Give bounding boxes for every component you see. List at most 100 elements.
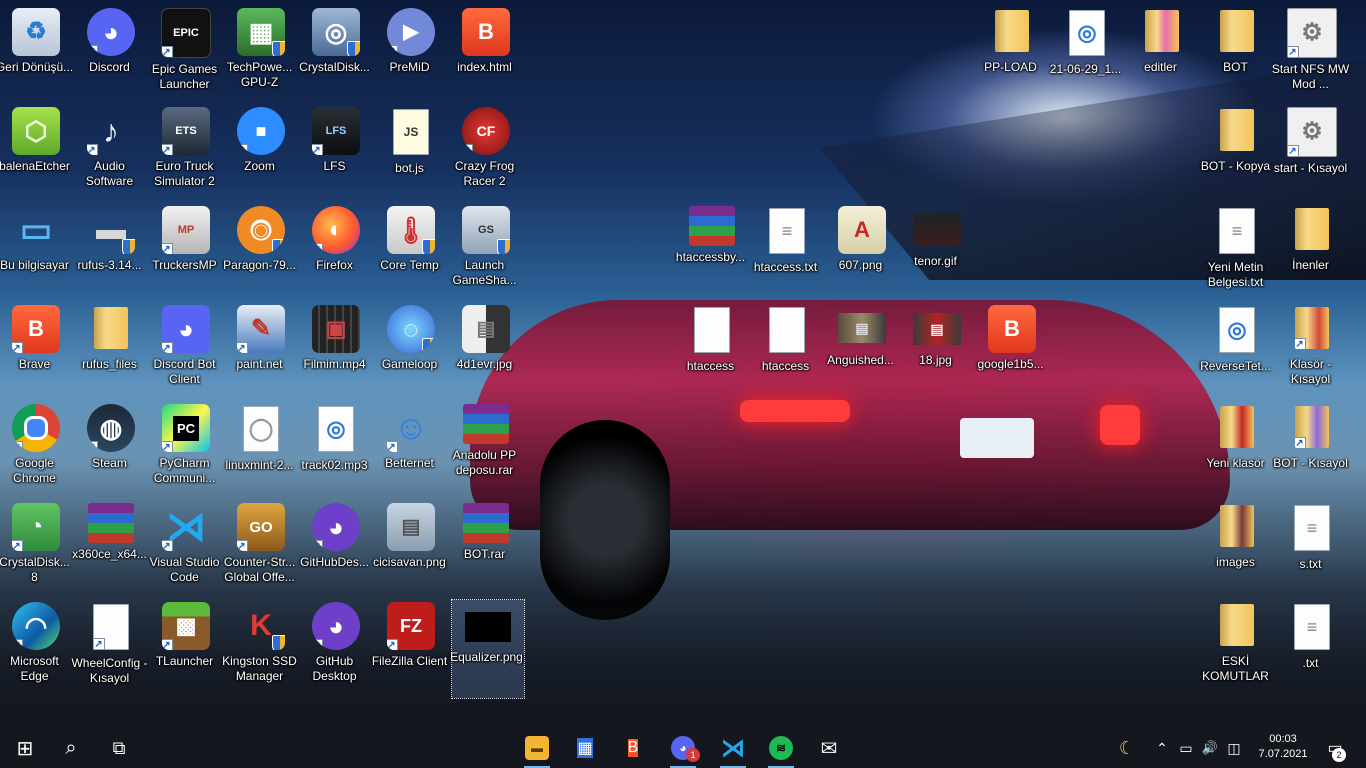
github-icon: ◕ ↗ [312, 503, 360, 551]
desktop-icon-editler[interactable]: editler [1126, 4, 1198, 102]
desktop-icon-firefox[interactable]: ◐ ↗ Firefox [300, 202, 372, 300]
desktop-icon-brave[interactable]: B ↗ Brave [0, 301, 72, 399]
desktop-icon-truckersmp[interactable]: MP ↗ TruckersMP [150, 202, 222, 300]
desktop-icon-htaccess-txt[interactable]: ≡ htaccess.txt [751, 202, 823, 300]
desktop-icon-audio-software[interactable]: ♪ ↗ Audio Software [75, 103, 147, 201]
desktop-icon-607-png[interactable]: A 607.png [826, 202, 898, 300]
desktop-icon-epic-games[interactable]: EPIC ↗ Epic Games Launcher [150, 4, 222, 102]
paragon-glyph: ◉ [252, 219, 270, 241]
show-hidden-icons-chevron-icon[interactable]: ⌃ [1150, 728, 1174, 768]
desktop-icon-crazy-frog[interactable]: CF ↗ Crazy Frog Racer 2 [450, 103, 522, 201]
desktop-icon-eski-komutlar[interactable]: ESKİ KOMUTLAR [1201, 598, 1273, 696]
text-file-icon: ≡ [1294, 604, 1330, 650]
taskbar-app-spotify[interactable]: ≋ [758, 728, 804, 768]
desktop-icon-bot-folder[interactable]: BOT [1201, 4, 1273, 102]
night-light-icon[interactable]: ☾ [1114, 728, 1140, 768]
desktop-icon-rufus[interactable]: ▬ rufus-3.14... [75, 202, 147, 300]
desktop-icon-steam[interactable]: ◍ ↗ Steam [75, 400, 147, 498]
desktop-icon-bot-kisayol[interactable]: ↗ BOT - Kısayol [1273, 400, 1348, 498]
desktop-icon-anguished[interactable]: ▤ Anguished... [826, 301, 898, 399]
desktop-icon-rufus-files[interactable]: rufus_files [75, 301, 147, 399]
desktop-icon-paint-net[interactable]: ✎ ↗ paint.net [225, 301, 297, 399]
desktop-icon-start-nfs[interactable]: ⚙ ↗ Start NFS MW Mod ... [1272, 4, 1349, 102]
desktop-icon-track02-mp3[interactable]: ◎ track02.mp3 [300, 400, 372, 498]
desktop-icon-equalizer-png[interactable]: Equalizer.png [450, 599, 525, 699]
desktop-icon-launch-gameshark[interactable]: GS Launch GameSha... [450, 202, 522, 300]
desktop-icon-balenaetcher[interactable]: ⬡ balenaEtcher [0, 103, 72, 201]
desktop-icon-gpu-z[interactable]: ▦ TechPowe... GPU-Z [225, 4, 297, 102]
desktop-icon-discord[interactable]: ◕ ↗ Discord [75, 4, 147, 102]
desktop-icon-csgo[interactable]: GO ↗ Counter-Str... Global Offe... [224, 499, 297, 597]
desktop-icon-this-pc[interactable]: ▭ Bu bilgisayar [0, 202, 72, 300]
desktop-icon-dot-txt[interactable]: ≡ .txt [1276, 598, 1348, 696]
desktop-icon-zoom[interactable]: ■ ↗ Zoom [225, 103, 297, 201]
taskbar-app-mail[interactable]: ✉ [806, 728, 852, 768]
desktop-icon-s-txt[interactable]: ≡ s.txt [1276, 499, 1348, 597]
desktop-icon-yeni-metin[interactable]: ≡ Yeni Metin Belgesi.txt [1201, 202, 1273, 300]
desktop-icon-cicisavan-png[interactable]: ▤ cicisavan.png [373, 499, 447, 597]
desktop-icon-google1b5[interactable]: B google1b5... [976, 301, 1048, 399]
network-icon[interactable]: ▭ [1174, 728, 1198, 768]
desktop-icon-githubdesktop-short[interactable]: ◕ ↗ GitHubDes... [300, 499, 372, 597]
taskbar-app-vscode[interactable]: ⋊ [710, 728, 756, 768]
desktop-icon-4d1evr-jpg[interactable]: ▤ 4d1evr.jpg [450, 301, 522, 399]
desktop-icon-filmim-mp4[interactable]: ▣ Filmim.mp4 [300, 301, 372, 399]
desktop-icon-label: Betternet [385, 456, 434, 470]
desktop-icon-label: Equalizer.png [450, 650, 523, 664]
desktop-icon-microsoft-edge[interactable]: ◠ ↗ Microsoft Edge [0, 598, 72, 696]
desktop-icon-crystaldiskinfo[interactable]: ◎ CrystalDisk... [299, 4, 372, 102]
desktop-icon-pp-load[interactable]: PP-LOAD [976, 4, 1048, 102]
desktop-icon-github-desktop[interactable]: ◕ ↗ GitHub Desktop [300, 598, 372, 696]
desktop-icon-anadolu-rar[interactable]: Anadolu PP deposu.rar [450, 400, 522, 498]
desktop-icon-bot-rar[interactable]: BOT.rar [450, 499, 522, 597]
desktop-icon-label: BOT [1223, 60, 1248, 74]
desktop-icon-wheelconfig[interactable]: ↗ WheelConfig - Kısayol [71, 598, 148, 696]
desktop-icon-reversetet[interactable]: ◎ ReverseTet... [1200, 301, 1273, 399]
desktop-icon-label: htaccessby... [675, 250, 746, 264]
desktop-icon-crystaldiskmark[interactable]: ◔ ↗ CrystalDisk... 8 [0, 499, 72, 597]
desktop-icon-bot-js[interactable]: JS bot.js [375, 103, 447, 201]
desktop-icon-x360ce[interactable]: x360ce_x64... [72, 499, 147, 597]
desktop-icon-filezilla[interactable]: FZ ↗ FileZilla Client [372, 598, 447, 696]
camera-icon[interactable]: ◫ [1222, 728, 1246, 768]
desktop-icon-klasor-kisayol[interactable]: ↗ Klasör - Kısayol [1276, 301, 1348, 399]
discord-icon: ◕ ↗ [162, 305, 210, 353]
volume-icon[interactable]: 🔊 [1198, 728, 1222, 768]
desktop-icon-yeni-klasor[interactable]: Yeni klasör [1201, 400, 1273, 498]
desktop-icon-htaccess-a[interactable]: htaccess [676, 301, 748, 399]
desktop-icon-vscode[interactable]: ⋊ ↗ Visual Studio Code [150, 499, 222, 597]
start-button[interactable]: ⊞ [2, 728, 48, 768]
desktop-icon-tlauncher[interactable]: ▩ ↗ TLauncher [150, 598, 222, 696]
taskbar-clock[interactable]: 00:03 7.07.2021 [1248, 732, 1318, 762]
desktop-icon-index-html[interactable]: B index.html [450, 4, 522, 102]
taskbar-app-store[interactable]: ▦ [562, 728, 608, 768]
search-button[interactable]: ⌕ [48, 728, 94, 768]
desktop-icon-bot-kopya[interactable]: BOT - Kopya [1201, 103, 1273, 201]
desktop-icon-label: 4d1evr.jpg [456, 357, 513, 371]
desktop-icon-tenor-gif[interactable]: tenor.gif [901, 202, 973, 300]
desktop-icon-lfs[interactable]: LFS ↗ LFS [300, 103, 372, 201]
desktop-icon-core-temp[interactable]: 🌡 Core Temp [375, 202, 447, 300]
desktop-icon-inenler[interactable]: İnenler [1276, 202, 1348, 300]
taskbar-app-file-explorer[interactable]: ▬ [514, 728, 560, 768]
desktop-icon-premid[interactable]: ▶ ↗ PreMiD [375, 4, 447, 102]
desktop-icon-pycharm[interactable]: PC ↗ PyCharm Communi... [150, 400, 222, 498]
desktop-icon-18-jpg[interactable]: ▤ 18.jpg [901, 301, 973, 399]
desktop-icon-htaccess-b[interactable]: htaccess [751, 301, 823, 399]
desktop-icon-date-file[interactable]: ◎ 21-06-29_1... [1050, 4, 1123, 102]
desktop-icon-htaccessby[interactable]: htaccessby... [676, 202, 748, 300]
taskbar-app-discord[interactable]: ◕ 1 [660, 728, 706, 768]
desktop-icon-discord-bot-client[interactable]: ◕ ↗ Discord Bot Client [150, 301, 222, 399]
desktop-icon-kingston[interactable]: K Kingston SSD Manager [222, 598, 297, 696]
desktop-icon-euro-truck[interactable]: ETS ↗ Euro Truck Simulator 2 [150, 103, 222, 201]
desktop-icon-linuxmint-iso[interactable]: ◯ linuxmint-2... [225, 400, 297, 498]
desktop-icon-paragon[interactable]: ◉ Paragon-79... [223, 202, 297, 300]
task-view-button[interactable]: ⧉ [96, 728, 142, 768]
desktop-icon-betternet[interactable]: ☺ ↗ Betternet [375, 400, 447, 498]
desktop-icon-gameloop[interactable]: ◌ Gameloop [375, 301, 447, 399]
desktop-icon-images[interactable]: images [1201, 499, 1273, 597]
desktop-icon-start-kisayol[interactable]: ⚙ ↗ start - Kısayol [1274, 103, 1348, 201]
desktop-icon-recycle-bin[interactable]: ♻ Geri Dönüşü... [0, 4, 73, 102]
taskbar-app-brave[interactable]: B [610, 728, 656, 768]
desktop-icon-google-chrome[interactable]: ↗ Google Chrome [0, 400, 72, 498]
